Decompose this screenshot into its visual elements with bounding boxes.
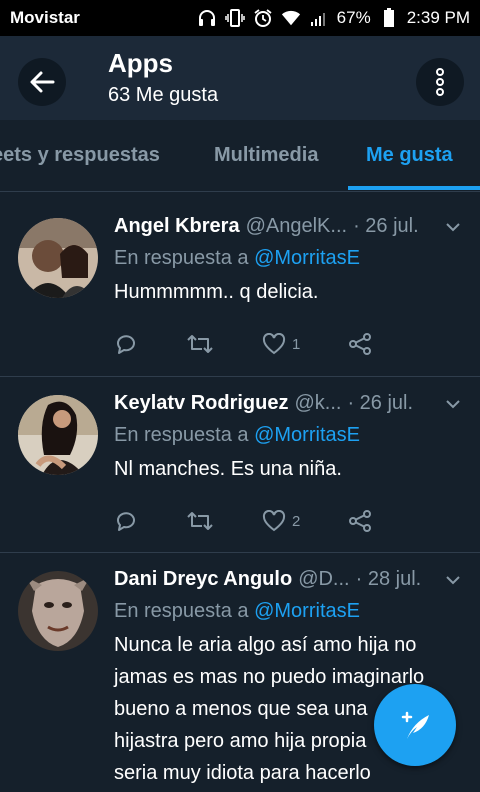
reply-prefix: En respuesta a: [114, 247, 249, 269]
share-button[interactable]: [348, 332, 372, 356]
reply-context: En respuesta a @MorritasE: [114, 595, 462, 627]
author-handle: @AngelK...: [245, 215, 348, 237]
tweet-item[interactable]: Angel Kbrera @AngelK... · 26 jul. En res…: [0, 200, 480, 377]
active-tab-indicator: [348, 186, 480, 190]
like-button[interactable]: 1: [262, 333, 300, 355]
reply-mention[interactable]: @MorritasE: [254, 424, 360, 446]
tweet-body: Keylatv Rodriguez @k... · 26 jul. En res…: [114, 389, 462, 485]
reply-context: En respuesta a @MorritasE: [114, 419, 462, 451]
tweet-body: Angel Kbrera @AngelK... · 26 jul. En res…: [114, 212, 462, 308]
clock: 2:39 PM: [406, 8, 470, 27]
retweet-button[interactable]: [186, 332, 214, 356]
tab-tweets-and-replies[interactable]: eets y respuestas: [0, 144, 160, 167]
battery-percent: 67%: [336, 8, 371, 27]
share-icon: [349, 510, 372, 532]
profile-tabs: eets y respuestas Multimedia Me gusta: [0, 120, 480, 192]
retweet-icon: [187, 512, 213, 530]
like-button[interactable]: 2: [262, 510, 300, 532]
reply-prefix: En respuesta a: [114, 424, 249, 446]
tweet-text: Nl manches. Es una niña.: [114, 458, 342, 480]
retweet-icon: [187, 335, 213, 353]
reply-button[interactable]: [114, 332, 138, 356]
page-subtitle: 63 Me gusta: [108, 84, 219, 106]
more-vertical-icon: [436, 68, 444, 96]
tab-media[interactable]: Multimedia: [214, 144, 318, 167]
page-title: Apps: [108, 48, 173, 78]
reply-context: En respuesta a @MorritasE: [114, 242, 462, 274]
tab-likes[interactable]: Me gusta: [366, 144, 453, 167]
reply-mention[interactable]: @MorritasE: [254, 247, 360, 269]
avatar[interactable]: [18, 395, 98, 475]
retweet-button[interactable]: [186, 509, 214, 533]
app-bar: Apps 63 Me gusta: [0, 36, 480, 120]
tweet-date: · 26 jul.: [353, 215, 419, 237]
reply-icon: [117, 512, 135, 531]
tweet-actions: 2: [114, 509, 420, 533]
tweet-date: · 26 jul.: [347, 392, 414, 414]
author-name[interactable]: Keylatv Rodriguez: [114, 389, 288, 417]
battery-icon: [379, 8, 399, 28]
signal-icon: [309, 8, 329, 28]
author-handle: @k...: [294, 392, 342, 414]
reply-button[interactable]: [114, 509, 138, 533]
avatar[interactable]: [18, 218, 98, 298]
reply-icon: [117, 335, 135, 354]
compose-tweet-button[interactable]: [374, 684, 456, 766]
author-handle: @D...: [298, 568, 350, 590]
tweet-actions: 1: [114, 332, 420, 356]
headphones-icon: [197, 8, 217, 28]
chevron-down-icon[interactable]: [444, 571, 462, 589]
like-count: 2: [292, 512, 301, 530]
tweet-item[interactable]: Keylatv Rodriguez @k... · 26 jul. En res…: [0, 377, 480, 553]
tweet-header: Dani Dreyc Angulo @D... · 28 jul.: [114, 565, 462, 593]
author-name[interactable]: Dani Dreyc Angulo: [114, 565, 292, 593]
share-button[interactable]: [348, 509, 372, 533]
status-icons: 67% 2:39 PM: [197, 8, 470, 28]
wifi-icon: [281, 8, 301, 28]
avatar[interactable]: [18, 571, 98, 651]
alarm-icon: [253, 8, 273, 28]
reply-prefix: En respuesta a: [114, 600, 249, 622]
back-button[interactable]: [18, 58, 66, 106]
tweet-text-line: Nunca le aria algo así amo hija no: [114, 634, 417, 656]
compose-icon: [401, 711, 429, 739]
back-arrow-icon: [30, 71, 55, 93]
chevron-down-icon[interactable]: [444, 218, 462, 236]
heart-icon: [262, 510, 286, 532]
vibrate-icon: [224, 8, 245, 28]
like-count: 1: [292, 335, 301, 353]
carrier-name: Movistar: [10, 8, 80, 27]
reply-mention[interactable]: @MorritasE: [254, 600, 360, 622]
header-titles: Apps 63 Me gusta: [108, 46, 218, 110]
share-icon: [349, 333, 372, 355]
chevron-down-icon[interactable]: [444, 395, 462, 413]
tweet-date: · 28 jul.: [355, 568, 422, 590]
status-bar: Movistar 67% 2:39 PM: [0, 0, 480, 36]
tweet-header: Angel Kbrera @AngelK... · 26 jul.: [114, 212, 462, 240]
author-name[interactable]: Angel Kbrera: [114, 212, 240, 240]
tweet-text: Hummmmm.. q delicia.: [114, 281, 319, 303]
heart-icon: [262, 333, 286, 355]
tweet-header: Keylatv Rodriguez @k... · 26 jul.: [114, 389, 462, 417]
more-options-button[interactable]: [416, 58, 464, 106]
